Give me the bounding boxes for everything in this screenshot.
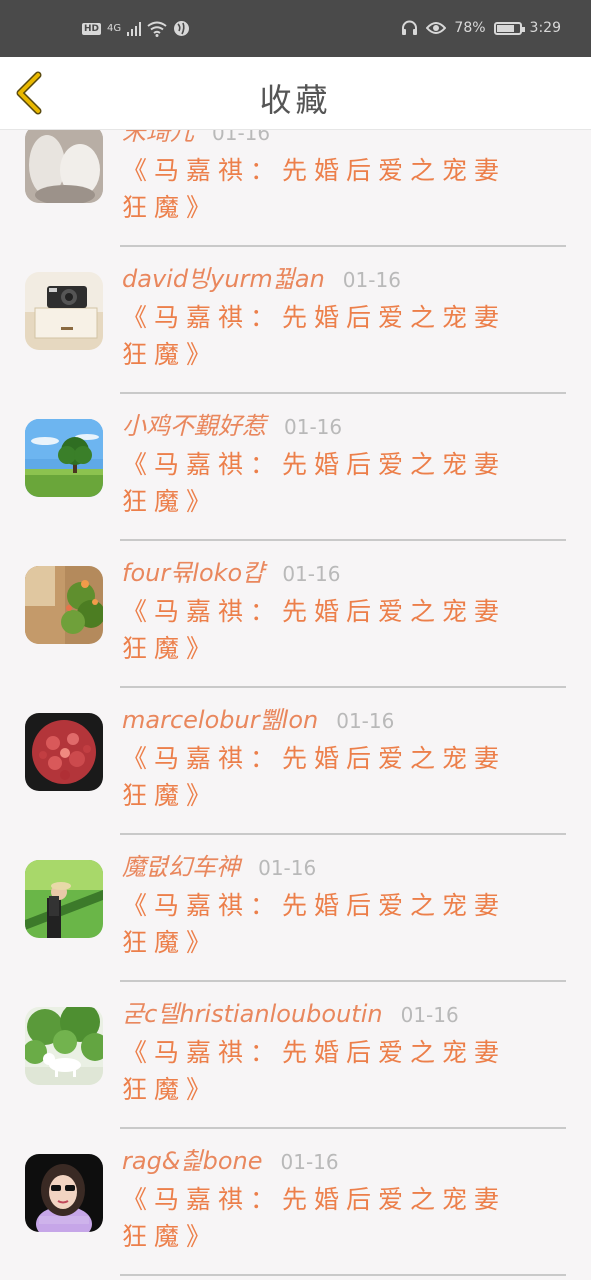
username[interactable]: 宋琦儿 (122, 130, 194, 147)
vpn-icon (174, 21, 190, 36)
favorites-list[interactable]: 宋琦儿 01-16 《马嘉祺：先婚后爱之宠妻狂魔》 david빙yurm꿟an 01-1… (0, 130, 591, 1280)
date: 01-16 (282, 562, 341, 586)
username[interactable]: marcelobur쀎lon (122, 700, 318, 735)
hd-badge: HD (82, 22, 102, 35)
username[interactable]: four뮦loko캽 (122, 553, 264, 588)
favorite-item[interactable]: four뮦loko캽 01-16 《马嘉祺：先婚后爱之宠妻狂魔》 (0, 541, 591, 688)
avatar[interactable] (25, 566, 103, 644)
story-title[interactable]: 《马嘉祺：先婚后爱之宠妻狂魔》 (122, 446, 532, 520)
avatar[interactable] (25, 1007, 103, 1085)
avatar-image (25, 1007, 103, 1085)
favorite-item[interactable]: 小鸡不覲好惹 01-16 《马嘉祺：先婚后爱之宠妻狂魔》 (0, 394, 591, 541)
story-title[interactable]: 《马嘉祺：先婚后爱之宠妻狂魔》 (122, 593, 532, 667)
status-bar: HD 4G 78% 3:29 (0, 0, 591, 57)
story-title[interactable]: 《马嘉祺：先婚后爱之宠妻狂魔》 (122, 740, 532, 814)
network-type: 4G (107, 23, 122, 34)
page-title: 收藏 (259, 81, 332, 119)
wifi-icon (147, 21, 167, 37)
name-row: 宋琦儿 01-16 (122, 130, 270, 147)
username[interactable]: 小鸡不覲好惹 (122, 406, 266, 441)
name-row: david빙yurm꿟an 01-16 (122, 259, 401, 294)
avatar[interactable] (25, 713, 103, 791)
eye-icon (426, 22, 447, 34)
status-left: HD 4G (82, 20, 190, 37)
story-title[interactable]: 《马嘉祺：先婚后爱之宠妻狂魔》 (122, 1181, 532, 1255)
headphones-icon (402, 20, 418, 35)
avatar-image (25, 713, 103, 791)
favorite-item[interactable]: 宋琦儿 01-16 《马嘉祺：先婚后爱之宠妻狂魔》 (0, 130, 591, 247)
name-row: rag&칉bone 01-16 (122, 1141, 339, 1176)
favorite-item[interactable]: 魔렶幻车神 01-16 《马嘉祺：先婚后爱之宠妻狂魔》 (0, 835, 591, 982)
date: 01-16 (400, 1003, 459, 1027)
avatar[interactable] (25, 130, 103, 203)
date: 01-16 (336, 709, 395, 733)
avatar-image (25, 566, 103, 644)
username[interactable]: 굳c텔hristianlouboutin (122, 994, 383, 1029)
nav-bar: 收藏 (0, 57, 591, 130)
story-title[interactable]: 《马嘉祺：先婚后爱之宠妻狂魔》 (122, 887, 532, 961)
story-title[interactable]: 《马嘉祺：先婚后爱之宠妻狂魔》 (122, 299, 532, 373)
username[interactable]: rag&칉bone (122, 1141, 263, 1176)
avatar[interactable] (25, 1154, 103, 1232)
date: 01-16 (284, 415, 343, 439)
username[interactable]: 魔렶幻车神 (122, 847, 240, 882)
name-row: 굳c텔hristianlouboutin 01-16 (122, 994, 459, 1029)
clock: 3:29 (529, 20, 561, 36)
avatar-image (25, 1154, 103, 1232)
name-row: four뮦loko캽 01-16 (122, 553, 340, 588)
favorite-item[interactable]: 굳c텔hristianlouboutin 01-16 《马嘉祺：先婚后爱之宠妻狂魔》 (0, 982, 591, 1129)
divider (120, 1274, 566, 1276)
username[interactable]: david빙yurm꿟an (122, 259, 325, 294)
status-right: 78% 3:29 (401, 20, 561, 36)
story-title[interactable]: 《马嘉祺：先婚后爱之宠妻狂魔》 (122, 1034, 532, 1108)
story-title[interactable]: 《马嘉祺：先婚后爱之宠妻狂魔》 (122, 152, 532, 226)
date: 01-16 (342, 268, 401, 292)
avatar[interactable] (25, 272, 103, 350)
avatar[interactable] (25, 860, 103, 938)
avatar-image (25, 419, 103, 497)
name-row: 小鸡不覲好惹 01-16 (122, 406, 342, 441)
favorite-item[interactable]: rag&칉bone 01-16 《马嘉祺：先婚后爱之宠妻狂魔》 (0, 1129, 591, 1276)
signal-icon (127, 21, 142, 36)
avatar-image (25, 272, 103, 350)
favorite-item[interactable]: marcelobur쀎lon 01-16 《马嘉祺：先婚后爱之宠妻狂魔》 (0, 688, 591, 835)
avatar-image (25, 860, 103, 938)
avatar[interactable] (25, 419, 103, 497)
favorite-item[interactable]: david빙yurm꿟an 01-16 《马嘉祺：先婚后爱之宠妻狂魔》 (0, 247, 591, 394)
battery-percent: 78% (454, 20, 486, 36)
battery-icon (493, 21, 525, 35)
date: 01-16 (258, 856, 317, 880)
date: 01-16 (212, 130, 271, 145)
date: 01-16 (280, 1150, 339, 1174)
name-row: marcelobur쀎lon 01-16 (122, 700, 394, 735)
avatar-image (25, 130, 103, 203)
name-row: 魔렶幻车神 01-16 (122, 847, 316, 882)
